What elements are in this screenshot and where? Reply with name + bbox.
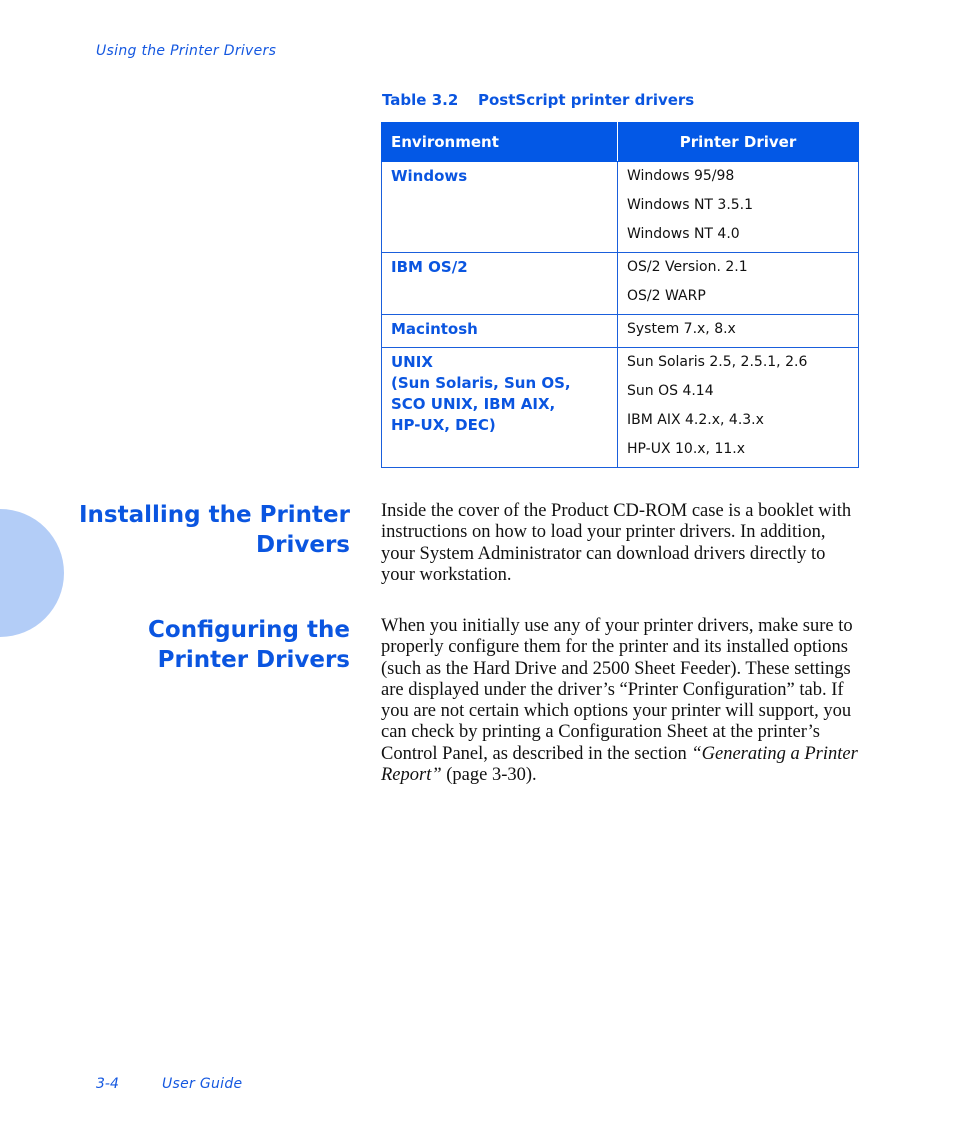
section-body-installing: Inside the cover of the Product CD-ROM c…: [381, 501, 852, 585]
table-header-row: Environment Printer Driver: [381, 122, 859, 162]
table-row: IBM OS/2 OS/2 Version. 2.1 OS/2 WARP: [381, 252, 859, 315]
environment-cell: Windows: [381, 161, 618, 253]
driver-cell: OS/2 Version. 2.1 OS/2 WARP: [617, 252, 859, 315]
driver-item: OS/2 Version. 2.1: [627, 259, 748, 275]
heading-line: Printer Drivers: [157, 647, 350, 673]
table-row: Macintosh System 7.x, 8.x: [381, 314, 859, 348]
column-header-environment: Environment: [381, 122, 618, 162]
printer-drivers-table: Environment Printer Driver Windows Windo…: [381, 122, 859, 468]
driver-item: Windows NT 3.5.1: [627, 197, 754, 213]
environment-cell: IBM OS/2: [381, 252, 618, 315]
section-body-configuring: When you initially use any of your print…: [381, 616, 861, 786]
driver-item: OS/2 WARP: [627, 288, 706, 304]
driver-item: Sun OS 4.14: [627, 383, 714, 399]
driver-cell: System 7.x, 8.x: [617, 314, 859, 348]
footer-page-number: 3-4: [96, 1076, 119, 1092]
driver-item: IBM AIX 4.2.x, 4.3.x: [627, 412, 764, 428]
driver-item: System 7.x, 8.x: [627, 321, 736, 337]
body-text: (page 3-30).: [441, 765, 537, 786]
heading-line: Configuring the: [148, 617, 350, 643]
table-caption-title: PostScript printer drivers: [478, 91, 695, 109]
column-header-printer-driver: Printer Driver: [617, 122, 859, 162]
driver-cell: Sun Solaris 2.5, 2.5.1, 2.6 Sun OS 4.14 …: [617, 347, 859, 468]
heading-line: Installing the Printer: [78, 502, 350, 528]
body-text: When you initially use any of your print…: [381, 616, 853, 764]
section-heading-installing: Installing the Printer Drivers: [70, 500, 350, 560]
environment-cell: UNIX (Sun Solaris, Sun OS, SCO UNIX, IBM…: [381, 347, 618, 468]
table-row: UNIX (Sun Solaris, Sun OS, SCO UNIX, IBM…: [381, 347, 859, 468]
driver-cell: Windows 95/98 Windows NT 3.5.1 Windows N…: [617, 161, 859, 253]
driver-item: HP-UX 10.x, 11.x: [627, 441, 746, 457]
table-caption-number: Table 3.2: [382, 91, 459, 109]
footer-title: User Guide: [162, 1076, 243, 1092]
chapter-side-tab: [0, 509, 64, 637]
running-header: Using the Printer Drivers: [96, 43, 277, 59]
environment-cell: Macintosh: [381, 314, 618, 348]
driver-item: Windows 95/98: [627, 168, 735, 184]
table-row: Windows Windows 95/98 Windows NT 3.5.1 W…: [381, 161, 859, 253]
heading-line: Drivers: [256, 532, 350, 558]
driver-item: Windows NT 4.0: [627, 226, 740, 242]
section-heading-configuring: Configuring the Printer Drivers: [70, 615, 350, 675]
table-caption: Table 3.2 PostScript printer drivers: [382, 91, 694, 109]
driver-item: Sun Solaris 2.5, 2.5.1, 2.6: [627, 354, 808, 370]
